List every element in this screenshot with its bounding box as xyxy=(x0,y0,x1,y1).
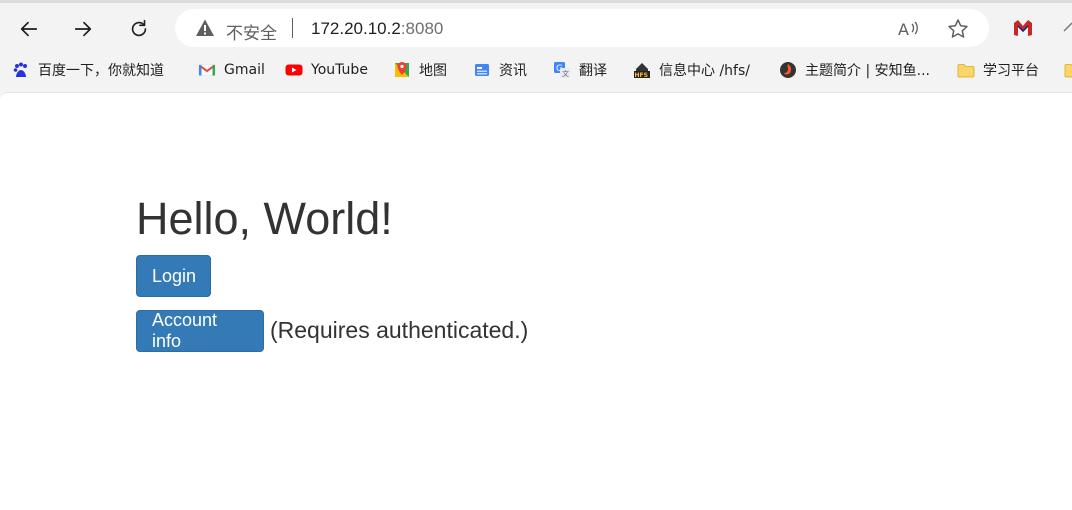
page-content: Hello, World! Login Account info (Requir… xyxy=(0,92,1072,510)
forward-button[interactable] xyxy=(65,11,101,47)
read-aloud-icon[interactable]: A xyxy=(897,18,919,40)
bookmark-news[interactable]: 资讯 xyxy=(473,59,527,81)
account-info-button[interactable]: Account info xyxy=(136,310,264,352)
bookmark-label: Gmail xyxy=(224,62,265,78)
bookmark-translate[interactable]: G文 翻译 xyxy=(553,59,607,81)
browser-toolbar: 不安全 172.20.10.2:8080 A xyxy=(0,0,1072,52)
bookmark-label: 信息中心 /hfs/ xyxy=(659,63,750,79)
gmail-icon xyxy=(198,61,216,79)
back-arrow-icon xyxy=(20,21,38,37)
auth-note: (Requires authenticated.) xyxy=(270,317,529,343)
url-port: :8080 xyxy=(400,19,444,38)
url-host: 172.20.10.2 xyxy=(311,19,401,38)
svg-text:文: 文 xyxy=(562,69,569,78)
anzhiyu-icon xyxy=(779,61,797,79)
bookmark-anzhiyu[interactable]: 主题简介 | 安知鱼... xyxy=(779,59,930,81)
login-button[interactable]: Login xyxy=(136,255,211,297)
bookmark-label: 学习平台 xyxy=(983,63,1039,79)
bookmark-label: 主题简介 | 安知鱼... xyxy=(805,63,930,79)
bookmark-overflow[interactable] xyxy=(1064,59,1072,81)
translate-icon: G文 xyxy=(553,61,571,79)
favorite-star-icon[interactable] xyxy=(947,18,969,40)
bookmark-folder[interactable]: 学习平台 xyxy=(957,59,1039,81)
youtube-icon xyxy=(285,61,303,79)
extensions-overflow-icon[interactable] xyxy=(1058,17,1072,39)
bookmark-label: 资讯 xyxy=(499,63,527,79)
url-text[interactable]: 172.20.10.2:8080 xyxy=(311,19,443,39)
bookmark-label: 翻译 xyxy=(579,63,607,79)
extension-icon[interactable] xyxy=(1012,17,1034,39)
bookmark-maps[interactable]: 地图 xyxy=(393,59,447,81)
bookmark-gmail[interactable]: Gmail xyxy=(198,59,265,81)
address-divider xyxy=(292,18,293,38)
folder-icon xyxy=(957,61,975,79)
folder-icon xyxy=(1064,61,1072,79)
baidu-icon xyxy=(12,61,30,79)
address-bar[interactable]: 不安全 172.20.10.2:8080 A xyxy=(175,9,989,47)
forward-arrow-icon xyxy=(74,21,92,37)
bookmark-youtube[interactable]: YouTube xyxy=(285,59,368,81)
hfs-icon: HFS xyxy=(633,61,651,79)
svg-text:A: A xyxy=(898,20,909,39)
bookmark-label: YouTube xyxy=(311,62,368,78)
news-icon xyxy=(473,61,491,79)
page-heading: Hello, World! xyxy=(136,193,393,244)
back-button[interactable] xyxy=(11,11,47,47)
security-label[interactable]: 不安全 xyxy=(226,19,277,44)
bookmark-label: 百度一下，你就知道 xyxy=(38,63,164,79)
bookmarks-bar: 百度一下，你就知道 Gmail YouTube 地图 资讯 G文 翻译 HFS … xyxy=(0,52,1072,88)
reload-icon xyxy=(131,19,147,37)
warning-icon[interactable] xyxy=(195,18,215,38)
svg-text:HFS: HFS xyxy=(635,72,648,79)
bookmark-label: 地图 xyxy=(419,63,447,79)
maps-icon xyxy=(393,61,411,79)
bookmark-hfs[interactable]: HFS 信息中心 /hfs/ xyxy=(633,59,750,81)
reload-button[interactable] xyxy=(121,11,157,47)
bookmark-baidu[interactable]: 百度一下，你就知道 xyxy=(12,59,164,81)
